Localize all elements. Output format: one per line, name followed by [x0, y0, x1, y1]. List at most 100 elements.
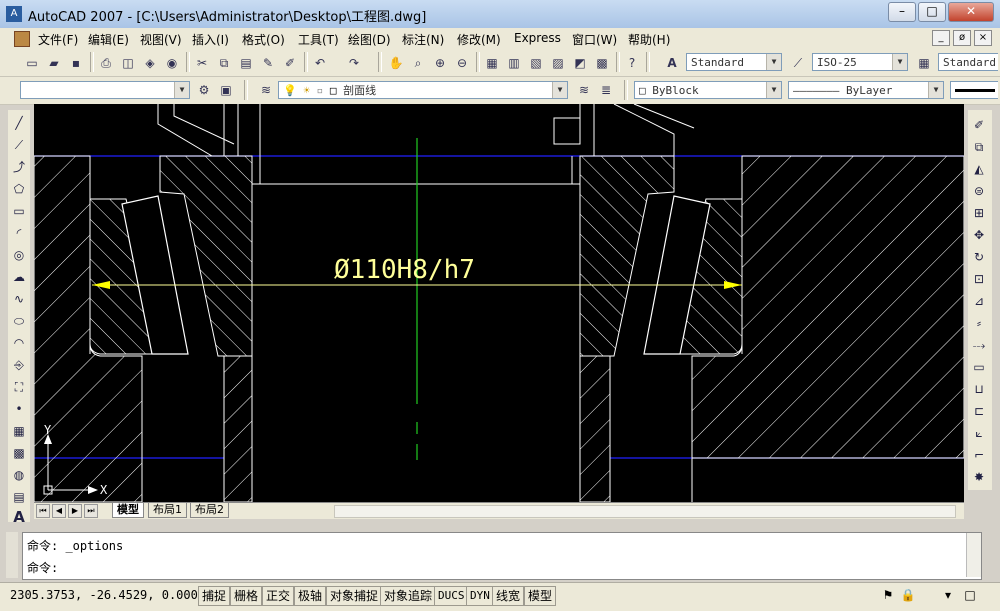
move-icon[interactable]: ✥	[970, 226, 988, 244]
maximize-button[interactable]: □	[918, 2, 946, 22]
menu-modify[interactable]: 修改(M)	[457, 31, 501, 48]
otrack-toggle[interactable]: 对象追踪	[380, 586, 437, 606]
design-center-icon[interactable]: ▥	[504, 53, 524, 73]
rectangle-icon[interactable]: ▭	[10, 202, 28, 220]
tray-settings-icon[interactable]: ▾	[940, 587, 956, 603]
doc-restore-button[interactable]: ø	[953, 30, 971, 46]
cut-icon[interactable]: ✂	[192, 53, 212, 73]
new-file-icon[interactable]: ▭	[22, 53, 42, 73]
zoom-previous-icon[interactable]: ⊖	[452, 53, 472, 73]
layer-previous-icon[interactable]: ≣	[596, 80, 616, 100]
polygon-icon[interactable]: ⬠	[10, 180, 28, 198]
copy-icon[interactable]: ⧉	[214, 53, 234, 73]
command-window-handle[interactable]	[6, 532, 18, 578]
pan-icon[interactable]: ✋	[386, 53, 406, 73]
ortho-toggle[interactable]: 正交	[262, 586, 295, 606]
ellipse-arc-icon[interactable]: ◠	[10, 334, 28, 352]
horizontal-scrollbar[interactable]	[334, 505, 956, 518]
region-icon[interactable]: ◍	[10, 466, 28, 484]
minimize-button[interactable]: –	[888, 2, 916, 22]
line-icon[interactable]: ╱	[10, 114, 28, 132]
break-at-point-icon[interactable]: ▭	[970, 358, 988, 376]
doc-close-button[interactable]: ×	[974, 30, 992, 46]
zoom-window-icon[interactable]: ⊕	[430, 53, 450, 73]
tab-layout2[interactable]: 布局2	[190, 503, 229, 518]
offset-icon[interactable]: ⊜	[970, 182, 988, 200]
properties-icon[interactable]: ▦	[482, 53, 502, 73]
sheet-set-icon[interactable]: ▨	[548, 53, 568, 73]
explode-icon[interactable]: ✸	[970, 468, 988, 486]
revision-cloud-icon[interactable]: ☁	[10, 268, 28, 286]
stretch-icon[interactable]: ⊿	[970, 292, 988, 310]
menu-view[interactable]: 视图(V)	[140, 31, 182, 48]
close-button[interactable]: ✕	[948, 2, 994, 22]
mirror-icon[interactable]: ◭	[970, 160, 988, 178]
command-scrollbar[interactable]	[966, 533, 981, 577]
menu-dimension[interactable]: 标注(N)	[402, 31, 444, 48]
lock-toolbar-icon[interactable]: 🔒	[900, 587, 916, 603]
circle-icon[interactable]: ◎	[10, 246, 28, 264]
document-icon[interactable]	[14, 31, 30, 47]
paste-icon[interactable]: ▤	[236, 53, 256, 73]
prev-tab-icon[interactable]: ◀	[52, 504, 66, 518]
save-icon[interactable]: ▪	[66, 53, 86, 73]
break-icon[interactable]: ⊔	[970, 380, 988, 398]
open-file-icon[interactable]: ▰	[44, 53, 64, 73]
lineweight-select[interactable]	[950, 81, 998, 99]
coordinates-readout[interactable]: 2305.3753, -26.4529, 0.0000	[10, 588, 205, 602]
menu-tools[interactable]: 工具(T)	[298, 31, 339, 48]
menu-help[interactable]: 帮助(H)	[628, 31, 670, 48]
layer-select[interactable]: 💡 ☀ ▫ □ 剖面线 ▼	[278, 81, 568, 99]
gradient-icon[interactable]: ▩	[10, 444, 28, 462]
spline-icon[interactable]: ∿	[10, 290, 28, 308]
lineweight-toggle[interactable]: 线宽	[492, 586, 525, 606]
workspace-select[interactable]: ▼	[20, 81, 190, 99]
ducs-toggle[interactable]: DUCS	[434, 586, 469, 606]
command-window[interactable]: 命令: _options 命令:	[22, 532, 982, 580]
next-tab-icon[interactable]: ▶	[68, 504, 82, 518]
help-icon[interactable]: ?	[622, 53, 642, 73]
model-space-toggle[interactable]: 模型	[524, 586, 557, 606]
menu-window[interactable]: 窗口(W)	[572, 31, 617, 48]
drawing-area[interactable]: Ø110H8/h7 Y X	[34, 104, 964, 502]
tab-model[interactable]: 模型	[112, 503, 144, 518]
menu-edit[interactable]: 编辑(E)	[88, 31, 129, 48]
print-icon[interactable]: ⎙	[96, 53, 116, 73]
construction-line-icon[interactable]: ⟋	[10, 136, 28, 154]
linetype-select[interactable]: ——————— ByLayer ▼	[788, 81, 944, 99]
point-icon[interactable]: •	[10, 400, 28, 418]
layer-manager-icon[interactable]: ≋	[256, 80, 276, 100]
menu-file[interactable]: 文件(F)	[38, 31, 78, 48]
text-style-select[interactable]: Standard ▼	[686, 53, 782, 71]
snap-toggle[interactable]: 捕捉	[198, 586, 231, 606]
markup-icon[interactable]: ◩	[570, 53, 590, 73]
clean-screen-icon[interactable]: □	[962, 587, 978, 603]
osnap-toggle[interactable]: 对象捕捉	[326, 586, 383, 606]
multiline-text-icon[interactable]: A	[10, 508, 28, 526]
rotate-icon[interactable]: ↻	[970, 248, 988, 266]
scale-icon[interactable]: ⊡	[970, 270, 988, 288]
polyline-icon[interactable]: ⤴	[10, 158, 28, 176]
plot-preview-icon[interactable]: ◫	[118, 53, 138, 73]
dyn-toggle[interactable]: DYN	[466, 586, 494, 606]
doc-minimize-button[interactable]: _	[932, 30, 950, 46]
workspace-settings-icon[interactable]: ⚙	[194, 80, 214, 100]
undo-icon[interactable]: ↶	[310, 53, 330, 73]
zoom-realtime-icon[interactable]: ⌕	[408, 53, 428, 73]
hatch-icon[interactable]: ▦	[10, 422, 28, 440]
match-properties-icon[interactable]: ✎	[258, 53, 278, 73]
ellipse-icon[interactable]: ⬭	[10, 312, 28, 330]
grid-toggle[interactable]: 栅格	[230, 586, 263, 606]
publish-icon[interactable]: ◈	[140, 53, 160, 73]
menu-insert[interactable]: 插入(I)	[192, 31, 229, 48]
arc-icon[interactable]: ◜	[10, 224, 28, 242]
table-icon[interactable]: ▤	[10, 488, 28, 506]
extend-icon[interactable]: ⤏	[970, 336, 988, 354]
block-editor-icon[interactable]: ✐	[280, 53, 300, 73]
first-tab-icon[interactable]: ⏮	[36, 504, 50, 518]
command-prompt[interactable]: 命令:	[27, 559, 58, 576]
comm-center-icon[interactable]: ⚑	[880, 587, 896, 603]
copy-object-icon[interactable]: ⧉	[970, 138, 988, 156]
calculator-icon[interactable]: ▩	[592, 53, 612, 73]
make-block-icon[interactable]: ⛶	[10, 378, 28, 396]
